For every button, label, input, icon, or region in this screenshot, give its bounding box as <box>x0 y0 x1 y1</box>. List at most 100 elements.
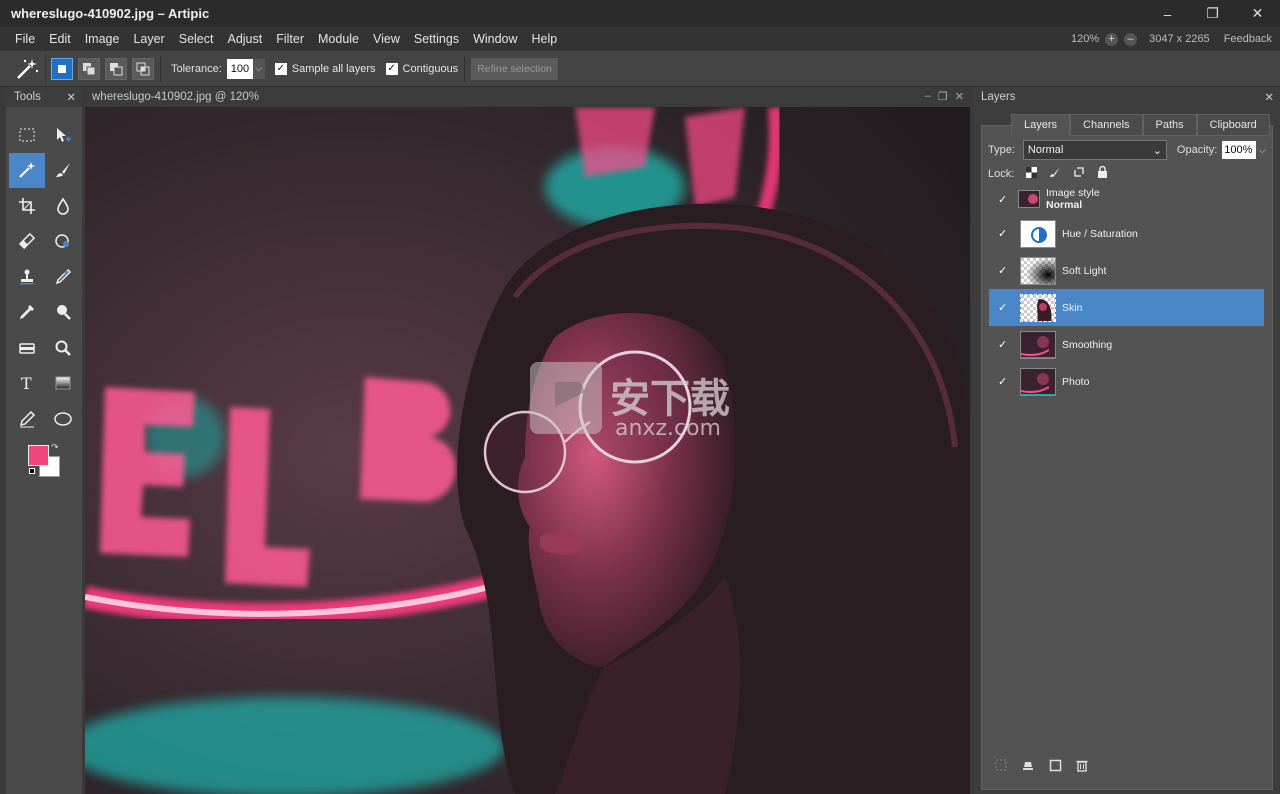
stamp-tool-icon[interactable] <box>9 259 45 295</box>
menu-adjust[interactable]: Adjust <box>220 32 269 46</box>
zoom-out-icon[interactable]: – <box>1124 32 1138 46</box>
doc-restore-icon[interactable]: ❐ <box>938 90 948 103</box>
visibility-check-icon[interactable]: ✓ <box>998 301 1010 314</box>
default-colors-icon[interactable] <box>29 467 35 474</box>
opacity-dropdown-icon[interactable]: ⌵ <box>1256 141 1269 159</box>
layer-row-soft-light[interactable]: ✓ Soft Light <box>989 252 1264 289</box>
selection-add-button[interactable] <box>78 57 100 80</box>
zoom-in-icon[interactable]: + <box>1105 32 1119 46</box>
healing-tool-icon[interactable] <box>45 224 81 260</box>
menu-view[interactable]: View <box>366 32 407 46</box>
marquee-tool-icon[interactable] <box>9 117 45 153</box>
doc-minimize-icon[interactable]: – <box>925 90 931 103</box>
layer-row-skin[interactable]: ✓ Skin <box>989 289 1264 326</box>
layer-thumbnail <box>1020 256 1056 285</box>
image-canvas[interactable]: 安下载 anxz.com <box>85 107 970 794</box>
magic-wand-tool-icon[interactable] <box>8 53 46 84</box>
tab-clipboard[interactable]: Clipboard <box>1196 114 1270 136</box>
lock-position-icon[interactable] <box>1073 166 1085 181</box>
swap-colors-icon[interactable]: ↷ <box>51 442 59 453</box>
pen-tool-icon[interactable] <box>9 401 45 437</box>
tab-channels[interactable]: Channels <box>1070 114 1143 136</box>
text-tool-icon[interactable]: T <box>9 366 45 402</box>
layer-row-smoothing[interactable]: ✓ Smoothing <box>989 326 1264 363</box>
layer-name: Hue / Saturation <box>1062 227 1138 240</box>
close-icon[interactable]: ✕ <box>66 90 76 104</box>
close-icon[interactable]: ✕ <box>1264 90 1274 104</box>
lock-label: Lock: <box>988 167 1015 180</box>
refine-selection-button[interactable]: Refine selection <box>471 57 558 80</box>
feedback-link[interactable]: Feedback <box>1224 33 1272 45</box>
eyedropper-tool-icon[interactable] <box>9 295 45 331</box>
restore-button[interactable]: ❐ <box>1190 0 1235 27</box>
layer-thumbnail <box>1020 367 1056 396</box>
menu-select[interactable]: Select <box>172 32 221 46</box>
doc-close-icon[interactable]: ✕ <box>955 90 964 103</box>
layer-name: Soft Light <box>1062 264 1107 277</box>
selection-new-button[interactable] <box>51 57 73 80</box>
menu-file[interactable]: File <box>0 32 42 46</box>
layer-row-hue-saturation[interactable]: ✓ Hue / Saturation <box>989 215 1264 252</box>
tolerance-input[interactable]: 100 <box>226 58 253 79</box>
checkmark-icon: ✓ <box>385 62 398 75</box>
brush-tool-icon[interactable] <box>45 153 81 189</box>
opacity-input[interactable]: 100% <box>1222 141 1257 159</box>
layers-panel-tabs: Layers Channels Paths Clipboard <box>1011 114 1270 136</box>
lock-paint-icon[interactable] <box>1049 166 1061 181</box>
contiguous-checkbox[interactable]: ✓ Contiguous <box>385 62 458 75</box>
menu-filter[interactable]: Filter <box>269 32 311 46</box>
sample-all-layers-checkbox[interactable]: ✓ Sample all layers <box>274 62 376 75</box>
menu-bar: File Edit Image Layer Select Adjust Filt… <box>0 27 1280 51</box>
menu-module[interactable]: Module <box>311 32 366 46</box>
visibility-check-icon[interactable]: ✓ <box>998 375 1010 388</box>
menu-settings[interactable]: Settings <box>407 32 466 46</box>
tab-layers[interactable]: Layers <box>1011 114 1071 136</box>
blend-type-select[interactable]: Normal ⌄ <box>1022 140 1167 160</box>
selection-subtract-button[interactable] <box>105 57 127 80</box>
layer-name: Skin <box>1062 301 1083 314</box>
minimize-button[interactable]: – <box>1145 0 1190 27</box>
ellipse-tool-icon[interactable] <box>45 401 81 437</box>
blur-drop-tool-icon[interactable] <box>45 188 81 224</box>
window-title: whereslugo-410902.jpg – Artipic <box>11 6 210 21</box>
zoom-tool-icon[interactable] <box>45 330 81 366</box>
tolerance-dropdown-icon[interactable]: ⌵ <box>252 58 265 79</box>
close-button[interactable]: ✕ <box>1235 0 1280 27</box>
menu-edit[interactable]: Edit <box>42 32 78 46</box>
new-selection-layer-icon[interactable] <box>995 759 1007 775</box>
gradient-tool-icon[interactable] <box>45 366 81 402</box>
crop-tool-icon[interactable] <box>9 188 45 224</box>
image-dimensions: 3047 x 2265 <box>1149 33 1210 45</box>
lock-transparency-icon[interactable] <box>1026 166 1038 181</box>
tab-paths[interactable]: Paths <box>1142 114 1197 136</box>
foreground-color-swatch[interactable] <box>28 444 49 466</box>
menu-layer[interactable]: Layer <box>126 32 171 46</box>
document-area: whereslugo-410902.jpg @ 120% – ❐ ✕ 安下载 a… <box>85 87 970 794</box>
zoom-level: 120% <box>1070 33 1100 45</box>
menu-image[interactable]: Image <box>78 32 127 46</box>
visibility-check-icon[interactable]: ✓ <box>998 264 1010 277</box>
document-tab[interactable]: whereslugo-410902.jpg @ 120% <box>85 87 970 107</box>
fill-tool-icon[interactable] <box>9 330 45 366</box>
stamp-layer-icon[interactable] <box>1021 759 1035 775</box>
visibility-check-icon[interactable]: ✓ <box>998 227 1010 240</box>
menu-help[interactable]: Help <box>525 32 565 46</box>
visibility-check-icon[interactable]: ✓ <box>998 338 1010 351</box>
new-layer-icon[interactable] <box>1049 759 1062 775</box>
checkmark-icon: ✓ <box>274 62 287 75</box>
visibility-check-icon[interactable]: ✓ <box>998 193 1010 206</box>
lock-all-icon[interactable] <box>1097 165 1108 181</box>
layers-panel-body: Type: Normal ⌄ Opacity: 100% ⌵ Lock: ✓ I… <box>981 125 1273 790</box>
move-tool-icon[interactable] <box>45 117 81 153</box>
magic-wand-icon[interactable] <box>9 152 45 188</box>
delete-layer-icon[interactable] <box>1076 759 1088 775</box>
selection-intersect-button[interactable] <box>132 57 154 80</box>
menu-window[interactable]: Window <box>466 32 524 46</box>
svg-text:anxz.com: anxz.com <box>615 416 721 441</box>
layer-row-image-style[interactable]: ✓ Image style Normal <box>989 183 1264 215</box>
dodge-tool-icon[interactable] <box>45 295 81 331</box>
smudge-tool-icon[interactable] <box>45 259 81 295</box>
layer-row-photo[interactable]: ✓ Photo <box>989 363 1264 400</box>
photo-image: 安下载 anxz.com <box>85 107 970 794</box>
eraser-tool-icon[interactable] <box>9 224 45 260</box>
